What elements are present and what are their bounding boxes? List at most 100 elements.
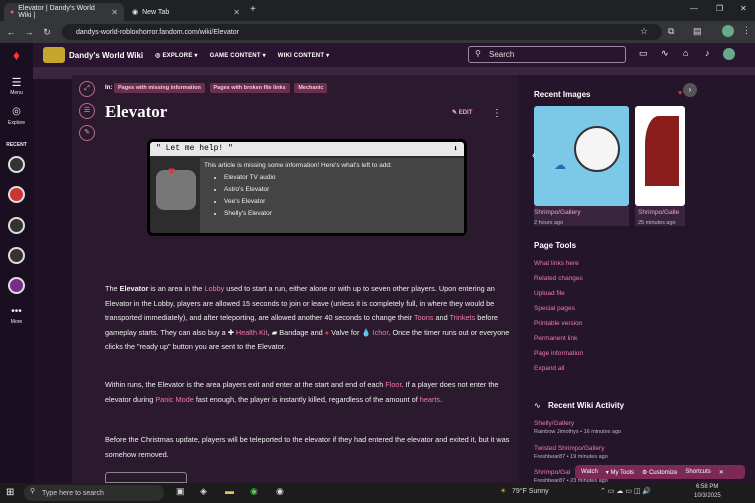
wiki-logo[interactable] bbox=[43, 47, 65, 63]
toc-box[interactable] bbox=[105, 472, 187, 483]
edit-button[interactable]: ✎ EDIT bbox=[452, 109, 472, 116]
media-icon[interactable]: ▤ bbox=[693, 26, 702, 37]
chrome-app-icon[interactable]: ◉ bbox=[276, 486, 284, 497]
copilot-icon[interactable]: ◈ bbox=[200, 486, 207, 497]
my-tools-button[interactable]: ▾ My Tools bbox=[606, 469, 634, 476]
pencil-icon[interactable]: ✎ bbox=[79, 125, 95, 141]
watch-button[interactable]: Watch bbox=[581, 469, 598, 475]
windows-start-icon[interactable]: ⊞ bbox=[6, 487, 14, 498]
activity-link[interactable]: Shrimpo/Gal bbox=[534, 469, 570, 476]
expand-icon[interactable]: ⤢ bbox=[79, 81, 95, 97]
recent-wiki-icon[interactable] bbox=[8, 217, 25, 234]
link-hearts[interactable]: hearts bbox=[420, 395, 440, 404]
clock-time[interactable]: 6:58 PM bbox=[696, 484, 718, 490]
nav-label: GAME CONTENT bbox=[209, 52, 261, 59]
nav-explore[interactable]: ◎ EXPLORE ▾ bbox=[155, 52, 197, 59]
nav-game-content[interactable]: GAME CONTENT ▾ bbox=[210, 52, 266, 59]
chrome-menu-icon[interactable]: ⋮ bbox=[742, 25, 751, 36]
image-link[interactable]: Shrimpo/Galle bbox=[638, 209, 679, 216]
link-toons[interactable]: Toons bbox=[414, 313, 433, 322]
more-icon[interactable]: ••• bbox=[0, 306, 33, 317]
minimize-icon[interactable]: — bbox=[690, 4, 698, 13]
extensions-icon[interactable]: ⧉ bbox=[668, 26, 674, 37]
tool-link[interactable]: Permanent link bbox=[534, 335, 577, 342]
taskbar-search-input[interactable]: ⚲ Type here to search bbox=[24, 485, 164, 501]
image-thumbnail[interactable] bbox=[635, 106, 685, 206]
explore-icon[interactable]: ◎ bbox=[0, 106, 33, 117]
category-tag[interactable]: Mechanic bbox=[294, 83, 328, 93]
link-trinkets[interactable]: Trinkets bbox=[450, 313, 476, 322]
messages-icon[interactable]: ⌂ bbox=[683, 48, 688, 58]
category-tag[interactable]: Pages with broken file links bbox=[209, 83, 290, 93]
maximize-icon[interactable]: ❐ bbox=[716, 4, 723, 13]
wiki-title[interactable]: Dandy's World Wiki bbox=[69, 51, 143, 60]
activity-icon[interactable]: ∿ bbox=[661, 48, 669, 59]
notifications-bell-icon[interactable]: ♪ bbox=[705, 48, 710, 58]
activity-icon: ∿ bbox=[534, 401, 541, 410]
customize-button[interactable]: ⚙ Customize bbox=[642, 469, 677, 476]
search-input[interactable]: ⚲ Search bbox=[468, 46, 626, 63]
tool-link[interactable]: Printable version bbox=[534, 320, 582, 327]
recent-wiki-icon[interactable] bbox=[8, 247, 25, 264]
search-icon: ⚲ bbox=[30, 488, 36, 495]
close-tab-icon[interactable]: ✕ bbox=[111, 8, 118, 17]
image-thumbnail[interactable]: ☁ bbox=[534, 106, 629, 206]
clock-date[interactable]: 10/3/2025 bbox=[694, 493, 721, 499]
nav-wiki-content[interactable]: WIKI CONTENT ▾ bbox=[278, 52, 330, 59]
profile-avatar[interactable] bbox=[722, 25, 734, 37]
wiki-toolbar: Watch ▾ My Tools ⚙ Customize Shortcuts ✕ bbox=[575, 465, 745, 479]
ichor-drop-icon: 💧 bbox=[361, 327, 373, 337]
collapse-arrow-icon[interactable]: ⬇ bbox=[453, 144, 458, 154]
activity-link[interactable]: Twisted Shrimpo/Gallery bbox=[534, 445, 604, 452]
close-tab-icon[interactable]: ✕ bbox=[233, 8, 240, 17]
tool-link[interactable]: Page information bbox=[534, 350, 583, 357]
close-window-icon[interactable]: ✕ bbox=[740, 4, 747, 13]
toc-icon[interactable]: ☰ bbox=[79, 103, 95, 119]
activity-link[interactable]: Shelly/Gallery bbox=[534, 420, 574, 427]
new-tab-icon[interactable]: + bbox=[250, 4, 256, 15]
carousel-next-icon[interactable]: › bbox=[680, 150, 683, 161]
weather-text[interactable]: 79°F Sunny bbox=[512, 488, 549, 495]
tab-new-tab[interactable]: ◉ New Tab ✕ bbox=[126, 3, 246, 21]
notice-item: Shelly's Elevator bbox=[224, 210, 460, 217]
tool-link[interactable]: Expand all bbox=[534, 365, 564, 372]
forward-icon[interactable]: → bbox=[22, 27, 36, 37]
tool-link[interactable]: Upload file bbox=[534, 290, 565, 297]
carousel-right-icon[interactable]: › bbox=[683, 83, 697, 97]
link-lobby[interactable]: Lobby bbox=[204, 284, 224, 293]
taskbar-search-placeholder: Type here to search bbox=[42, 489, 104, 497]
close-toolbar-icon[interactable]: ✕ bbox=[719, 469, 724, 476]
image-link[interactable]: Shrimpo/Gallery bbox=[534, 209, 581, 216]
nav-label: EXPLORE bbox=[162, 52, 193, 59]
system-tray-icons[interactable]: ⌃ ▭ ☁ ▭ ◫ 🔊 bbox=[600, 487, 651, 495]
task-view-icon[interactable]: ▣ bbox=[176, 486, 185, 497]
tool-link[interactable]: Special pages bbox=[534, 305, 575, 312]
carousel-prev-icon[interactable]: ‹ bbox=[532, 150, 535, 161]
more-actions-icon[interactable]: ⋮ bbox=[492, 108, 502, 119]
recent-wiki-icon[interactable] bbox=[8, 186, 25, 203]
tool-link[interactable]: Related changes bbox=[534, 275, 583, 282]
tab-elevator[interactable]: ● Elevator | Dandy's World Wiki | ✕ bbox=[4, 3, 124, 21]
file-explorer-icon[interactable]: ▬ bbox=[225, 486, 234, 496]
link-panic-mode[interactable]: Panic Mode bbox=[155, 395, 194, 404]
recent-wiki-icon[interactable] bbox=[8, 156, 25, 173]
url-input[interactable]: dandys-world-robloxhorror.fandom.com/wik… bbox=[62, 24, 662, 40]
link-floor[interactable]: Floor bbox=[385, 380, 401, 389]
recent-wiki-icon[interactable] bbox=[8, 277, 25, 294]
tool-link[interactable]: What links here bbox=[534, 260, 579, 267]
menu-icon[interactable]: ☰ bbox=[0, 76, 33, 89]
reload-icon[interactable]: ↻ bbox=[40, 27, 54, 38]
chrome-tab-icon: ◉ bbox=[132, 9, 139, 16]
bookmark-star-icon[interactable]: ☆ bbox=[640, 26, 648, 37]
back-icon[interactable]: ← bbox=[4, 27, 18, 37]
link-health-kit[interactable]: Health Kit bbox=[236, 328, 268, 337]
notice-item: Vee's Elevator bbox=[224, 198, 460, 205]
category-tag[interactable]: Pages with missing information bbox=[114, 83, 205, 93]
discussions-icon[interactable]: ▭ bbox=[639, 48, 648, 59]
chrome-icon[interactable]: ◉ bbox=[250, 486, 258, 497]
link-ichor[interactable]: Ichor bbox=[373, 328, 389, 337]
fandom-logo-icon[interactable]: ♦ bbox=[0, 47, 33, 63]
categories: In: Pages with missing information Pages… bbox=[105, 83, 330, 93]
user-avatar[interactable] bbox=[723, 48, 735, 60]
shortcuts-button[interactable]: Shortcuts bbox=[685, 469, 710, 475]
